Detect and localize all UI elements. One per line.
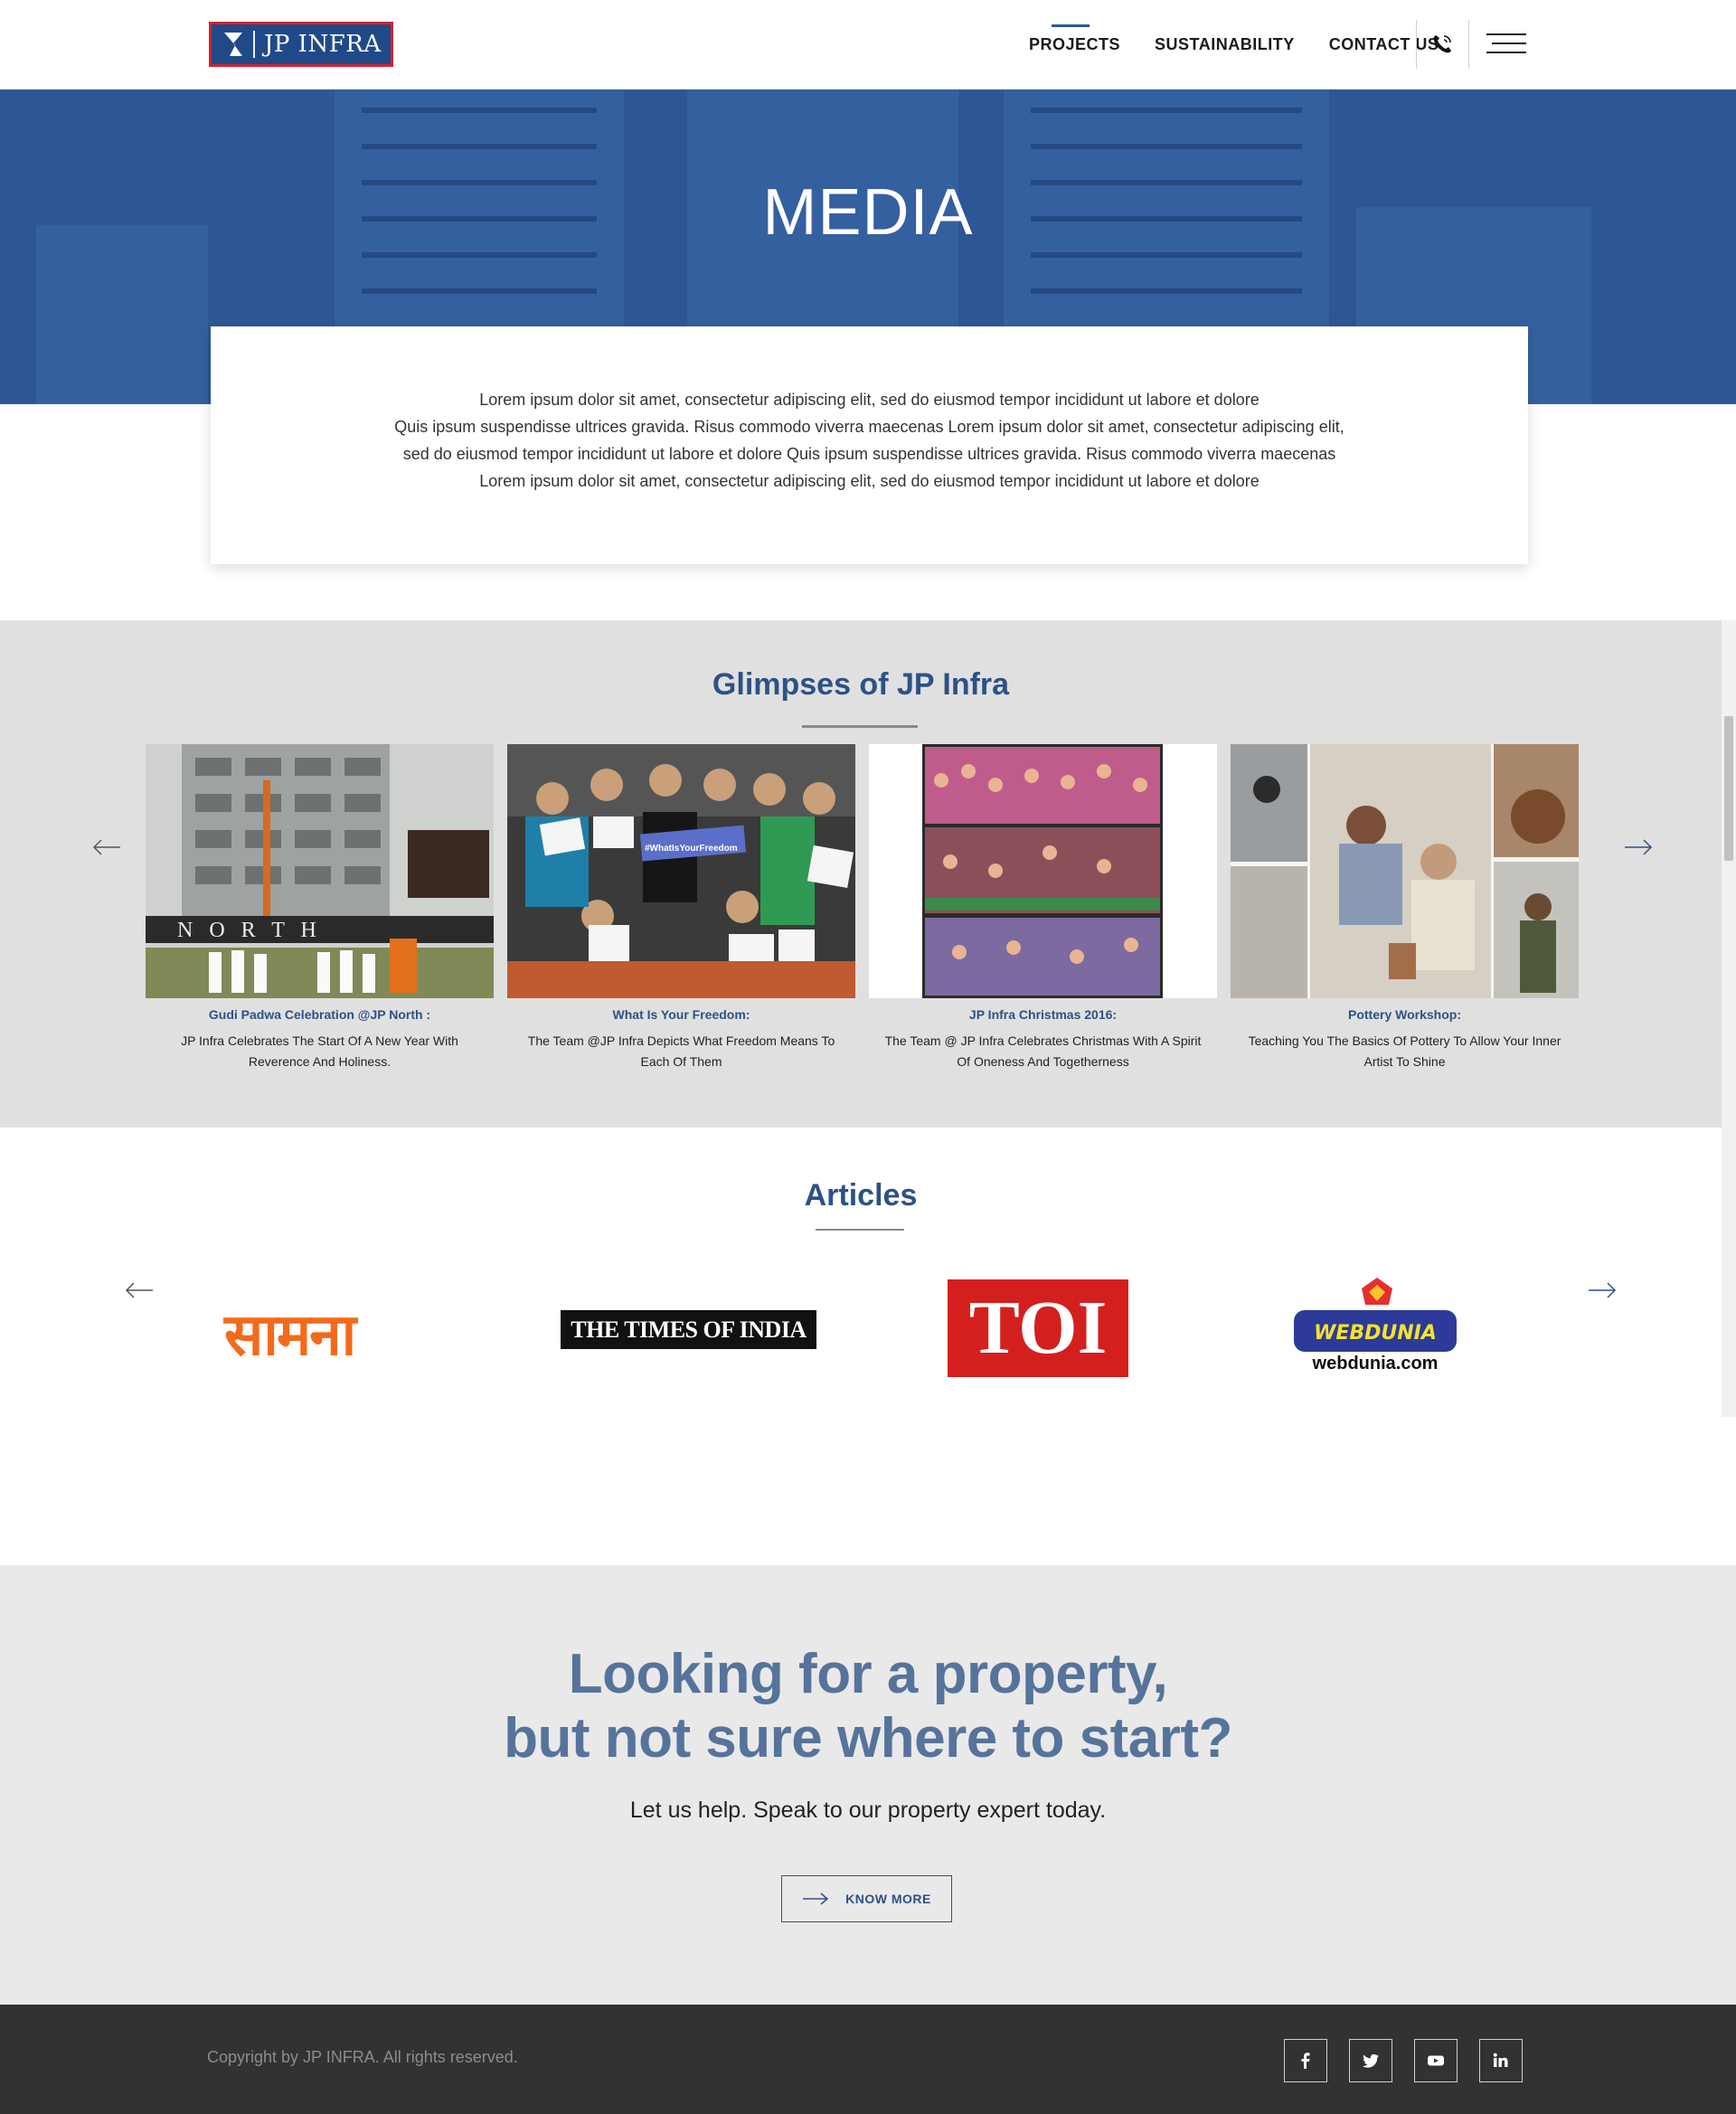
freedom-team-photo: #WhatIsYourFreedom — [507, 744, 855, 998]
glimpse-card[interactable]: JP Infra Christmas 2016: The Team @ JP I… — [869, 744, 1217, 1072]
glimpses-section: Glimpses of JP Infra N O R T H Gudi Padw… — [0, 620, 1722, 1128]
cta-heading-line2: but not sure where to start? — [504, 1707, 1232, 1770]
jp-infra-logo[interactable]: JP INFRA — [209, 22, 393, 67]
articles-section: Articles सामना THE TIMES OF INDIA TOI WE… — [0, 1128, 1722, 1417]
title-underline — [816, 1229, 904, 1231]
pottery-workshop-photo — [1231, 744, 1579, 998]
glimpse-card[interactable]: N O R T H Gudi Padwa Celebration @JP Nor… — [146, 744, 494, 1072]
card-description: The Team @ JP Infra Celebrates Christmas… — [884, 1033, 1202, 1069]
nav-contact-us[interactable]: CONTACT US — [1329, 0, 1439, 90]
glimpse-card[interactable]: Pottery Workshop: Teaching You The Basic… — [1231, 744, 1579, 1072]
logo-divider — [253, 31, 255, 58]
know-more-button[interactable]: KNOW MORE — [781, 1875, 952, 1922]
intro-card: Lorem ipsum dolor sit amet, consectetur … — [211, 326, 1528, 564]
glimpse-card[interactable]: #WhatIsYourFreedom What Is Your Freedom:… — [507, 744, 855, 1072]
facebook-icon[interactable] — [1284, 2039, 1327, 2082]
articles-next-arrow-icon[interactable] — [1588, 1281, 1617, 1299]
articles-title: Articles — [804, 1178, 918, 1213]
carousel-next-arrow-icon[interactable] — [1624, 838, 1653, 856]
intro-text-line: Lorem ipsum dolor sit amet, consectetur … — [479, 472, 1260, 490]
intro-text-line: Quis ipsum suspendisse ultrices gravida.… — [394, 418, 1344, 436]
nav-divider — [1416, 20, 1417, 69]
know-more-label: KNOW MORE — [845, 1892, 931, 1906]
youtube-icon[interactable] — [1414, 2039, 1458, 2082]
webdunia-logo[interactable]: WEBDUNIA webdunia.com — [1291, 1276, 1463, 1375]
hamburger-menu-icon[interactable] — [1486, 33, 1526, 55]
inner-scrollbar-thumb[interactable] — [1724, 716, 1733, 861]
intro-text-line: Lorem ipsum dolor sit amet, consectetur … — [479, 391, 1260, 409]
card-title: Gudi Padwa Celebration @JP North : — [208, 1007, 431, 1022]
glimpses-title: Glimpses of JP Infra — [712, 667, 1010, 702]
times-of-india-logo[interactable]: THE TIMES OF INDIA — [561, 1310, 816, 1349]
saamana-logo[interactable]: सामना — [224, 1293, 356, 1372]
page-title: MEDIA — [762, 176, 974, 249]
freedom-sign-text: #WhatIsYourFreedom — [645, 844, 738, 854]
logo-text: JP INFRA — [264, 31, 382, 58]
main-nav: PROJECTS SUSTAINABILITY CONTACT US — [995, 0, 1439, 90]
copyright-text: Copyright by JP INFRA. All rights reserv… — [207, 2048, 518, 2066]
articles-prev-arrow-icon[interactable] — [125, 1281, 154, 1299]
jp-infra-logo-mark-icon — [222, 31, 246, 58]
phone-icon[interactable] — [1429, 31, 1456, 58]
cta-section: Looking for a property, but not sure whe… — [0, 1565, 1736, 2005]
site-header: JP INFRA PROJECTS SUSTAINABILITY CONTACT… — [0, 0, 1736, 90]
cta-heading-line1: Looking for a property, — [568, 1643, 1168, 1705]
arrow-right-icon — [803, 1892, 829, 1905]
cta-subtext: Let us help. Speak to our property exper… — [629, 1798, 1107, 1823]
twitter-icon[interactable] — [1349, 2039, 1392, 2082]
card-description: JP Infra Celebrates The Start Of A New Y… — [181, 1033, 458, 1069]
north-sign-text: N O R T H — [177, 919, 322, 942]
carousel-prev-arrow-icon[interactable] — [92, 838, 121, 856]
nav-projects[interactable]: PROJECTS — [1029, 0, 1120, 90]
card-description: Teaching You The Basics Of Pottery To Al… — [1248, 1033, 1561, 1069]
nav-divider — [1468, 20, 1469, 69]
card-title: What Is Your Freedom: — [612, 1007, 750, 1022]
christmas-collage-photo — [869, 744, 1217, 998]
card-title: JP Infra Christmas 2016: — [968, 1007, 1118, 1022]
site-footer: Copyright by JP INFRA. All rights reserv… — [0, 2005, 1736, 2114]
gudi-padwa-photo: N O R T H — [146, 744, 494, 998]
intro-text-line: sed do eiusmod tempor incididunt ut labo… — [402, 445, 1336, 463]
linkedin-icon[interactable] — [1479, 2039, 1523, 2082]
toi-logo[interactable]: TOI — [948, 1279, 1128, 1377]
card-description: The Team @JP Infra Depicts What Freedom … — [527, 1033, 835, 1069]
title-underline — [802, 725, 918, 728]
webdunia-badge-text: WEBDUNIA — [1314, 1322, 1437, 1345]
card-title: Pottery Workshop: — [1348, 1007, 1461, 1022]
webdunia-url-text: webdunia.com — [1312, 1354, 1439, 1373]
nav-sustainability[interactable]: SUSTAINABILITY — [1155, 0, 1295, 90]
